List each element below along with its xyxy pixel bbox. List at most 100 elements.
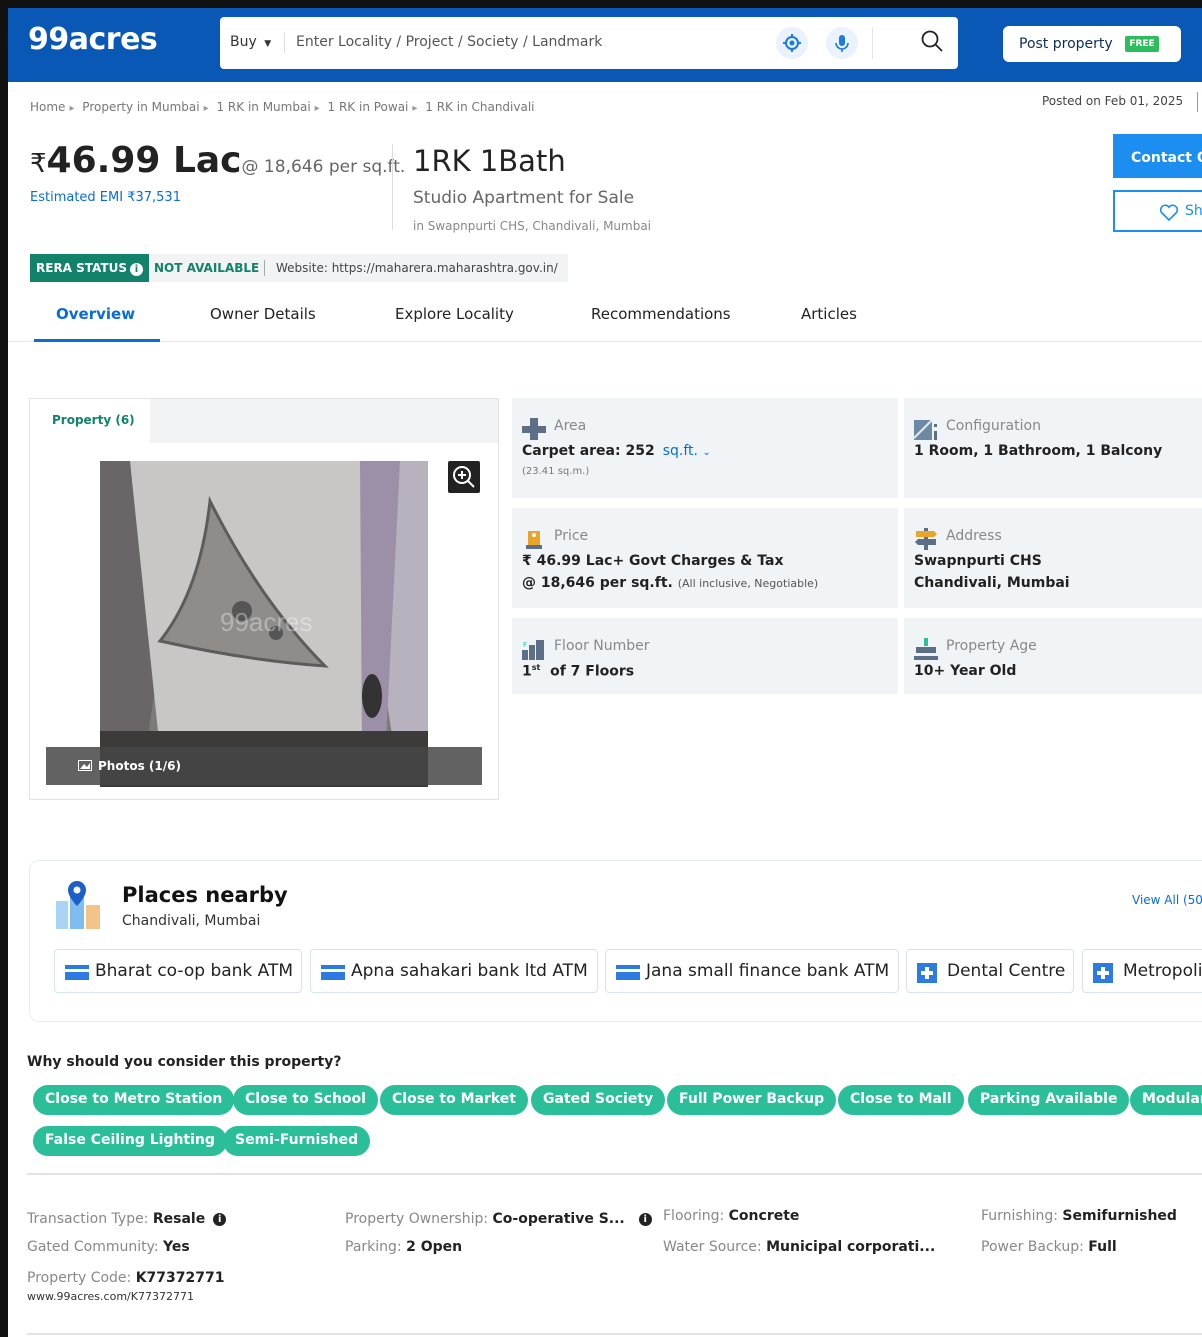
breadcrumb-item[interactable]: 1 RK in Mumbai	[216, 100, 310, 114]
fact-value: Municipal corporati...	[766, 1239, 936, 1255]
photo-tabbar: Property (6)	[30, 399, 498, 445]
feature-pill[interactable]: Close to Metro Station	[33, 1085, 235, 1115]
zoom-button[interactable]	[448, 461, 480, 493]
currency-symbol: ₹	[30, 149, 47, 179]
property-age-value: 10+ Year Old	[914, 663, 1017, 679]
place-chip[interactable]: Metropolis	[1082, 949, 1202, 993]
breadcrumb-item[interactable]: 1 RK in Chandivali	[425, 100, 534, 114]
tab-property-photos[interactable]: Property (6)	[30, 399, 150, 445]
floor-value: 1st of 7 Floors	[522, 663, 634, 680]
property-photo[interactable]: 99acres	[100, 461, 428, 787]
price-label: Price	[554, 528, 589, 544]
chevron-down-icon: ⌄	[702, 447, 711, 458]
fact-value: Resale	[152, 1211, 206, 1227]
price-note: (All inclusive, Negotiable)	[677, 577, 819, 590]
address-line-2: Chandivali, Mumbai	[914, 575, 1070, 591]
fact-key: Transaction Type	[27, 1211, 144, 1227]
fact-gated-community: Gated Community: Yes	[27, 1239, 190, 1255]
breadcrumb-item[interactable]: Property in Mumbai	[82, 100, 199, 114]
floor-total: of 7 Floors	[550, 663, 635, 680]
signpost-icon	[915, 528, 937, 550]
area-unit-dropdown[interactable]: sq.ft. ⌄	[663, 443, 711, 459]
emi-link[interactable]: Estimated EMI ₹37,531	[30, 190, 181, 205]
area-unit: sq.ft.	[662, 443, 698, 459]
divider	[27, 1173, 1202, 1175]
area-icon	[522, 418, 546, 440]
feature-pill[interactable]: Gated Society	[531, 1085, 666, 1115]
info-icon[interactable]: i	[129, 263, 143, 276]
feature-pill[interactable]: Close to Market	[380, 1085, 528, 1115]
rera-status-badge: RERA STATUS i	[30, 254, 149, 282]
place-chip[interactable]: Apna sahakari bank ltd ATM	[310, 949, 598, 993]
mic-icon	[835, 35, 849, 52]
feature-pill[interactable]: Close to School	[233, 1085, 378, 1115]
feature-pill[interactable]: Modular Kitchen	[1130, 1085, 1202, 1115]
fact-key: Flooring	[663, 1208, 720, 1224]
breadcrumb-item[interactable]: Home	[30, 100, 65, 114]
search-input[interactable]: Enter Locality / Project / Society / Lan…	[296, 34, 602, 50]
fact-value: 2 Open	[406, 1239, 463, 1255]
tab-owner-details[interactable]: Owner Details	[210, 305, 316, 323]
place-label: Metropolis	[1123, 961, 1202, 981]
feature-pill[interactable]: False Ceiling Lighting	[33, 1126, 227, 1156]
places-title: Places nearby	[122, 883, 288, 907]
photo-counter-bar[interactable]: Photos (1/6)	[46, 747, 482, 785]
fact-value: Yes	[163, 1239, 190, 1255]
voice-search-button[interactable]	[826, 27, 858, 59]
fact-value: K77372771	[135, 1270, 225, 1286]
logo[interactable]: 99acres	[28, 22, 158, 57]
map-pin-buildings-icon	[56, 881, 100, 929]
fact-water-source: Water Source: Municipal corporati...	[663, 1239, 936, 1255]
place-chip[interactable]: Dental Centre	[906, 949, 1074, 993]
tab-explore-locality[interactable]: Explore Locality	[395, 305, 514, 323]
price-value: ₹ 46.99 Lac+ Govt Charges & Tax	[522, 553, 784, 569]
place-label: Dental Centre	[947, 961, 1066, 981]
atm-icon	[321, 965, 345, 980]
rera-website[interactable]: Website: https://maharera.maharashtra.go…	[276, 261, 558, 275]
places-location: Chandivali, Mumbai	[122, 913, 261, 929]
fact-furnishing: Furnishing: Semifurnished	[981, 1208, 1177, 1224]
breadcrumb-item[interactable]: 1 RK in Powai	[328, 100, 409, 114]
fact-key: Property Ownership	[345, 1211, 484, 1227]
zoom-in-icon	[453, 466, 475, 488]
post-property-button[interactable]: Post property FREE	[1003, 26, 1181, 62]
detail-address: Address Swapnpurti CHS Chandivali, Mumba…	[904, 508, 1202, 608]
place-chip[interactable]: Bharat co-op bank ATM	[54, 949, 302, 993]
feature-pill[interactable]: Semi-Furnished	[223, 1126, 371, 1156]
post-property-label: Post property	[1019, 36, 1113, 52]
fact-value: Co-operative S...	[492, 1211, 625, 1227]
free-badge: FREE	[1125, 36, 1159, 52]
tab-overview[interactable]: Overview	[56, 305, 135, 323]
photo-watermark: 99acres	[220, 607, 313, 637]
atm-icon	[65, 965, 89, 980]
hospital-icon	[1093, 963, 1113, 983]
contact-owner-button[interactable]: Contact Owner	[1113, 134, 1202, 178]
feature-pill[interactable]: Close to Mall	[838, 1085, 964, 1115]
feature-pill[interactable]: Parking Available	[968, 1085, 1130, 1115]
posted-date: Posted on Feb 01, 2025	[1042, 94, 1184, 108]
price-per-sqft: @ 18,646 per sq.ft.	[241, 157, 406, 177]
place-chip[interactable]: Jana small finance bank ATM	[605, 949, 899, 993]
listing-location: in Swapnpurti CHS, Chandivali, Mumbai	[413, 219, 652, 233]
property-url[interactable]: www.99acres.com/K77372771	[27, 1290, 194, 1303]
image-icon	[78, 760, 92, 771]
feature-pill[interactable]: Full Power Backup	[667, 1085, 837, 1115]
ceiling-photo-image: 99acres	[100, 461, 428, 787]
search-bar[interactable]: Buy ▼ Enter Locality / Project / Society…	[220, 17, 958, 69]
location-button[interactable]	[776, 27, 808, 59]
fact-parking: Parking: 2 Open	[345, 1239, 463, 1255]
address-line-1: Swapnpurti CHS	[914, 553, 1042, 569]
buy-dropdown[interactable]: Buy ▼	[230, 34, 271, 50]
search-icon[interactable]	[920, 29, 944, 53]
floor-icon: F	[522, 640, 544, 660]
divider	[27, 1333, 1202, 1335]
shortlist-button[interactable]: Shortlist	[1113, 190, 1202, 232]
view-all-places-link[interactable]: View All (50)	[1132, 893, 1202, 907]
info-icon[interactable]: i	[638, 1213, 652, 1226]
location-target-icon	[783, 34, 801, 52]
tab-recommendations[interactable]: Recommendations	[591, 305, 731, 323]
carpet-area: Carpet area: 252	[522, 443, 655, 459]
info-icon[interactable]: i	[213, 1213, 227, 1226]
tab-articles[interactable]: Articles	[801, 305, 857, 323]
divider	[264, 260, 265, 276]
